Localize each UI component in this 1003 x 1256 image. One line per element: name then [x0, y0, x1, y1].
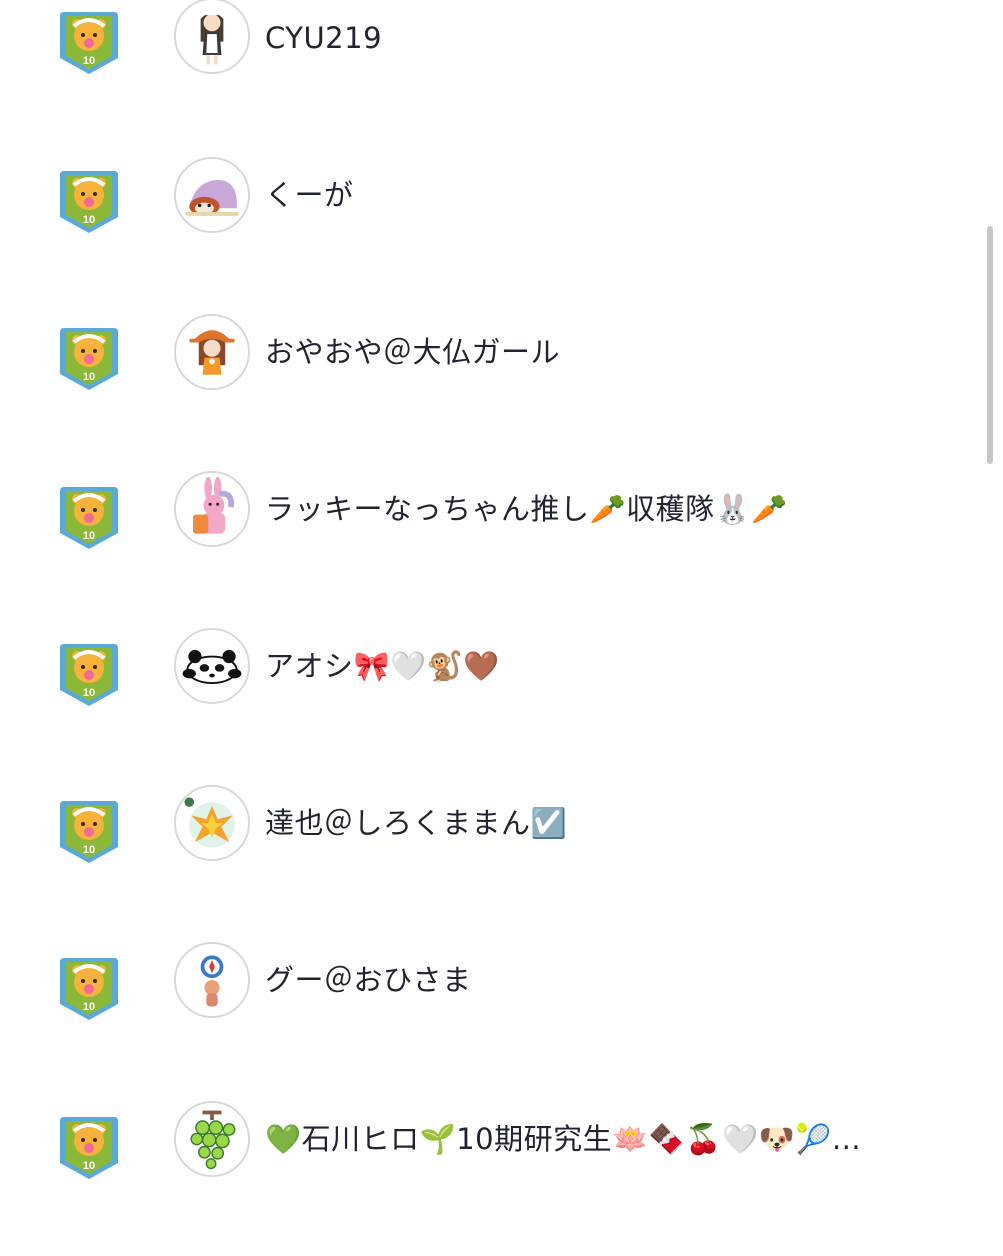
badge-level-label: 10 [83, 530, 95, 542]
user-name[interactable]: CYU219 [265, 18, 382, 58]
badge-level-label: 10 [83, 55, 95, 67]
badge-level-label: 10 [83, 844, 95, 856]
red-panda-blanket-avatar[interactable] [174, 157, 250, 233]
badge-level-label: 10 [83, 214, 95, 226]
user-name[interactable]: ラッキーなっちゃん推し🥕収穫隊🐰🥕 [265, 489, 788, 529]
list-item[interactable]: 10 ラッキーなっちゃん推し🥕収穫隊🐰🥕 [0, 471, 990, 628]
list-item[interactable]: 10 CYU219 [0, 0, 990, 157]
girl-maid-avatar[interactable] [174, 0, 250, 74]
user-name[interactable]: 💚石川ヒロ🌱10期研究生🪷🍫🍒🤍🐶🎾… [265, 1119, 861, 1159]
girl-orange-hat-avatar[interactable] [174, 314, 250, 390]
grape-avatar[interactable] [174, 1101, 250, 1177]
vertical-scrollbar[interactable] [987, 226, 993, 464]
list-item[interactable]: 10 おやおや＠大仏ガール [0, 314, 990, 471]
compass-character-avatar[interactable] [174, 942, 250, 1018]
phoenix-avatar[interactable] [174, 785, 250, 861]
user-name[interactable]: 達也＠しろくままん☑️ [265, 803, 567, 843]
level-badge-icon: 10 [56, 322, 122, 394]
badge-level-label: 10 [83, 1160, 95, 1172]
level-badge-icon: 10 [56, 1111, 122, 1183]
level-badge-icon: 10 [56, 638, 122, 710]
list-item[interactable]: 10 グー＠おひさま [0, 942, 990, 1099]
badge-level-label: 10 [83, 687, 95, 699]
list-item[interactable]: 10 くーが [0, 157, 990, 314]
panda-avatar[interactable] [174, 628, 250, 704]
level-badge-icon: 10 [56, 795, 122, 867]
level-badge-icon: 10 [56, 952, 122, 1024]
user-name[interactable]: おやおや＠大仏ガール [265, 332, 560, 372]
list-item[interactable]: 10 💚石川ヒロ🌱10期研究生🪷🍫🍒🤍🐶🎾… [0, 1099, 990, 1256]
level-badge-icon: 10 [56, 6, 122, 78]
user-name[interactable]: グー＠おひさま [265, 960, 472, 1000]
badge-level-label: 10 [83, 371, 95, 383]
user-name[interactable]: アオシ🎀🤍🐒🤎 [265, 646, 500, 686]
list-item[interactable]: 10 アオシ🎀🤍🐒🤎 [0, 628, 990, 785]
pink-bunny-avatar[interactable] [174, 471, 250, 547]
follower-list: 10 CYU219 10 くーが 10 おやおや＠大仏ガール 10 ラッキーなっ… [0, 0, 1003, 1200]
level-badge-icon: 10 [56, 481, 122, 553]
user-name[interactable]: くーが [265, 175, 354, 215]
badge-level-label: 10 [83, 1001, 95, 1013]
list-item[interactable]: 10 達也＠しろくままん☑️ [0, 785, 990, 942]
level-badge-icon: 10 [56, 165, 122, 237]
